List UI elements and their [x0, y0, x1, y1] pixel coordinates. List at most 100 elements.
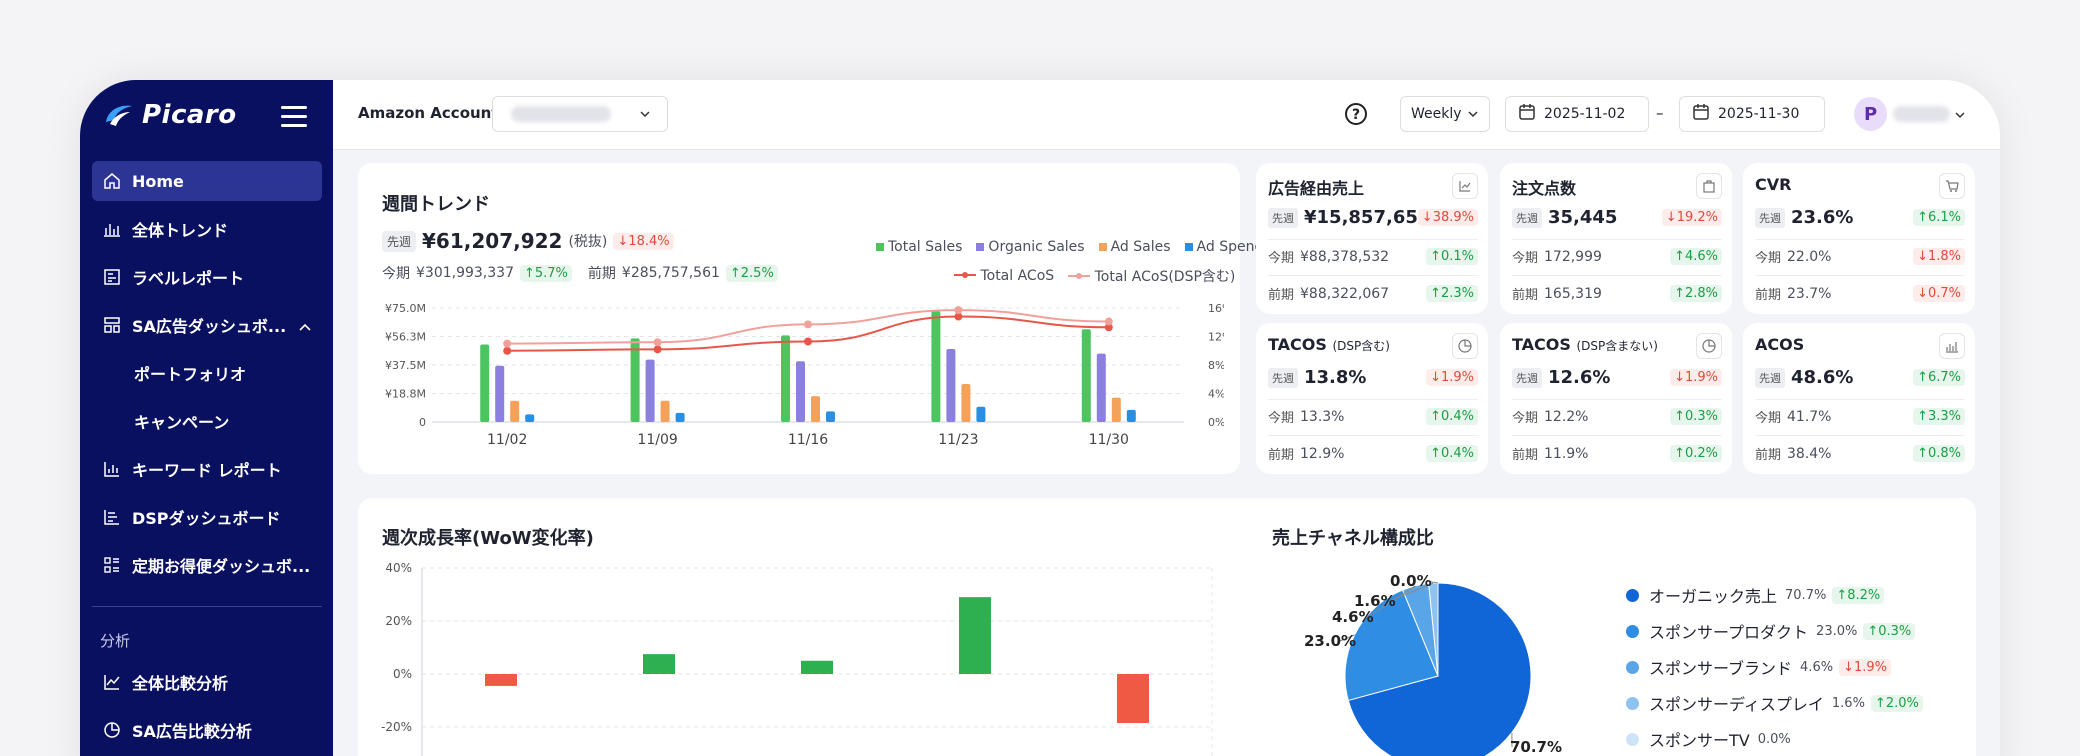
chevron-down-icon: [1467, 107, 1479, 123]
kpi-now-value: 12.2%: [1544, 408, 1589, 425]
y-tick-label: ¥56.3M: [385, 331, 426, 344]
bar-chart-icon[interactable]: [1939, 333, 1965, 359]
sidebar-item-overall-compare[interactable]: 全体比較分析: [92, 662, 322, 702]
channel-name: スポンサーディスプレイ: [1649, 695, 1824, 714]
kpi-card: TACOS (DSP含む) 先週 13.8% ↓1.9% 今期 13.3% ↑0…: [1256, 323, 1488, 474]
pie-chart-icon: [102, 720, 122, 740]
legend-item[interactable]: Organic Sales: [976, 239, 1085, 255]
this-period-change: ↑5.7%: [519, 264, 572, 282]
bag-icon[interactable]: [1696, 173, 1722, 199]
wow-bar: [959, 597, 991, 674]
sidebar-item-home[interactable]: Home: [92, 161, 322, 201]
bar-ad-spend: [1126, 409, 1136, 422]
channel-change: ↑2.0%: [1870, 694, 1923, 712]
kpi-main-change: ↓19.2%: [1661, 209, 1722, 226]
sidebar-item-label: SA広告ダッシュボ...: [132, 317, 287, 336]
picaro-logo-icon: [106, 105, 132, 126]
legend-item[interactable]: Total Sales: [876, 239, 962, 255]
kpi-prev-label: 前期: [1755, 288, 1782, 303]
channel-legend: オーガニック売上 70.7% ↑8.2% スポンサープロダクト 23.0% ↑0.3% …: [1626, 577, 1923, 756]
kpi-prev-value: 11.9%: [1544, 445, 1589, 462]
kpi-now-row: 今期 13.3% ↑0.4%: [1268, 407, 1478, 426]
channel-pct: 4.6%: [1800, 659, 1834, 675]
channel-change: ↑8.2%: [1832, 586, 1885, 604]
kpi-prev-row: 前期 23.7% ↓0.7%: [1755, 284, 1965, 303]
kpi-main-change: ↓1.9%: [1670, 369, 1722, 386]
trend-legend-bars: Total Sales Organic Sales Ad Sales Ad Sp…: [876, 239, 1263, 255]
x-tick-label: 11/23: [938, 432, 978, 448]
kpi-main-row: 先週 13.8% ↓1.9%: [1268, 367, 1478, 388]
sidebar-item-dsp-dashboard[interactable]: DSPダッシュボード: [92, 497, 322, 537]
kpi-prev-label: 前期: [1755, 448, 1782, 463]
menu-toggle-icon[interactable]: [281, 106, 307, 127]
account-name-redacted: [511, 106, 611, 122]
bar-total-sales: [480, 344, 490, 422]
pie-chart-icon[interactable]: [1696, 333, 1722, 359]
sidebar-item-keyword-report[interactable]: キーワード レポート: [92, 449, 322, 489]
pie-chart-icon[interactable]: [1452, 333, 1478, 359]
kpi-separator: [1512, 239, 1722, 240]
channel-legend-item[interactable]: スポンサープロダクト 23.0% ↑0.3%: [1626, 613, 1923, 649]
sidebar-divider: [92, 606, 322, 607]
line-chart-icon[interactable]: [1452, 173, 1478, 199]
channel-legend-item[interactable]: スポンサーブランド 4.6% ↓1.9%: [1626, 649, 1923, 685]
user-menu[interactable]: P: [1854, 96, 1966, 132]
pie-value-label: 4.6%: [1332, 608, 1374, 626]
channel-legend-item[interactable]: スポンサーディスプレイ 1.6% ↑2.0%: [1626, 685, 1923, 721]
chevron-up-icon[interactable]: [298, 317, 312, 336]
sidebar-item-label: 定期お得便ダッシュボ...: [132, 557, 311, 576]
calendar-icon: [1518, 103, 1536, 125]
sidebar-item-sa-compare[interactable]: SA広告比較分析: [92, 710, 322, 750]
kpi-separator: [1755, 435, 1965, 436]
kpi-now-value: 41.7%: [1787, 408, 1832, 425]
legend-item[interactable]: Total ACoS(DSP含む): [1068, 266, 1235, 286]
x-tick-label: 11/16: [788, 432, 828, 448]
channel-legend-item[interactable]: スポンサーTV 0.0%: [1626, 721, 1923, 756]
legend-item[interactable]: Ad Spend: [1184, 239, 1263, 255]
date-to-value: 2025-11-30: [1718, 106, 1800, 122]
sidebar-item-overall-trend[interactable]: 全体トレンド: [92, 209, 322, 249]
kpi-card: 広告経由売上 先週 ¥15,857,651 ↓38.9% 今期 ¥88,378,…: [1256, 163, 1488, 314]
kpi-separator: [1268, 435, 1478, 436]
y2-tick-label: 12%: [1208, 331, 1224, 344]
sidebar-item-campaign[interactable]: キャンペーン: [92, 401, 322, 441]
kpi-prev-label: 前期: [1512, 448, 1539, 463]
sidebar-section-analysis: 分析: [100, 632, 131, 650]
y2-tick-label: 8%: [1208, 359, 1224, 372]
legend-item[interactable]: Ad Sales: [1098, 239, 1171, 255]
channel-legend-item[interactable]: オーガニック売上 70.7% ↑8.2%: [1626, 577, 1923, 613]
account-select[interactable]: [492, 96, 668, 132]
list-icon: [102, 555, 122, 575]
date-to-input[interactable]: 2025-11-30: [1679, 96, 1825, 132]
sidebar-item-portfolio[interactable]: ポートフォリオ: [92, 353, 322, 393]
kpi-prev-row: 前期 38.4% ↑0.8%: [1755, 444, 1965, 463]
kpi-now-row: 今期 22.0% ↓1.8%: [1755, 247, 1965, 266]
y-tick-label: 20%: [385, 614, 412, 628]
legend-label: Ad Sales: [1110, 239, 1171, 255]
prev-week-tag: 先週: [382, 230, 417, 252]
kpi-card: ACOS 先週 48.6% ↑6.7% 今期 41.7% ↑3.3% 前期 38…: [1743, 323, 1975, 474]
period-select[interactable]: Weekly: [1400, 96, 1490, 132]
bar-ad-sales: [961, 384, 971, 422]
chevron-down-icon: [1954, 105, 1966, 124]
kpi-main-change: ↓1.9%: [1426, 369, 1478, 386]
channel-name: オーガニック売上: [1649, 587, 1778, 606]
y2-tick-label: 16%: [1208, 302, 1224, 315]
help-icon[interactable]: ?: [1344, 102, 1368, 130]
kpi-now-label: 今期: [1512, 411, 1539, 426]
kpi-main-row: 先週 12.6% ↓1.9%: [1512, 367, 1722, 388]
sidebar-item-label-report[interactable]: ラベルレポート: [92, 257, 322, 297]
wow-bar: [485, 674, 517, 686]
legend-item[interactable]: Total ACoS: [954, 268, 1054, 284]
kpi-prev-change: ↑2.8%: [1670, 285, 1722, 302]
kpi-now-row: 今期 ¥88,378,532 ↑0.1%: [1268, 247, 1478, 266]
sidebar-item-subscribe-save[interactable]: 定期お得便ダッシュボ...: [92, 545, 322, 585]
cart-icon[interactable]: [1939, 173, 1965, 199]
legend-label: Total Sales: [888, 239, 963, 255]
bar-ad-spend: [826, 411, 835, 422]
bar-ad-spend: [525, 414, 535, 422]
kpi-prev-value: 38.4%: [1787, 445, 1832, 462]
sidebar-item-sa-dashboard[interactable]: SA広告ダッシュボ...: [92, 305, 322, 345]
kpi-title: TACOS (DSP含まない): [1512, 335, 1658, 354]
date-from-input[interactable]: 2025-11-02: [1505, 96, 1649, 132]
